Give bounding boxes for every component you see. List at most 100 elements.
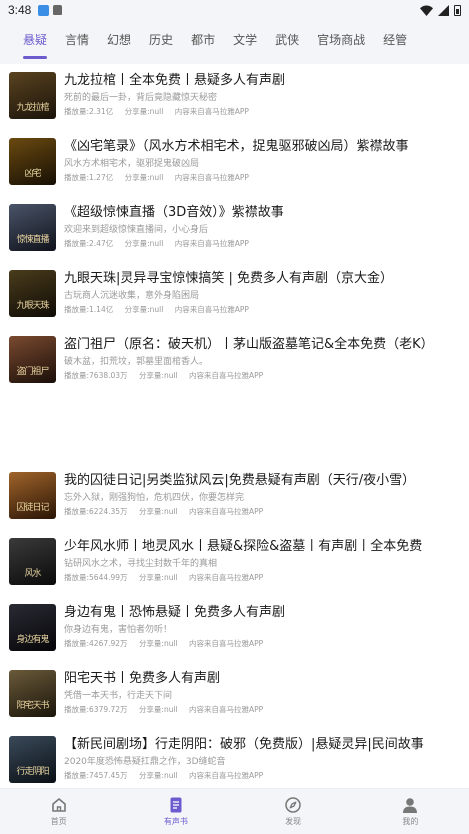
book-description: 你身边有鬼，害怕者勿听！ [64, 625, 173, 635]
book-title: 《凶宅笔录》（风水方术相宅术，捉鬼驱邪破凶局）紫襟故事 [64, 139, 409, 154]
play-count: 播放量:6379.72万 [64, 705, 128, 714]
tab-fantasy[interactable]: 幻想 [98, 20, 140, 64]
cover-title: 惊悚直播 [16, 235, 49, 245]
book-cover: 囚徒日记 [9, 472, 56, 519]
cover-title: 阳宅天书 [16, 701, 49, 711]
signal-icon [438, 4, 449, 16]
list-item[interactable]: 阳宅天书 阳宅天书丨免费多人有声剧 凭借一本天书，行走天下间 播放量:6379.… [0, 670, 469, 732]
book-meta: 播放量:7457.45万 分享量:null 内容来自喜马拉雅APP [64, 771, 454, 781]
list-item[interactable]: 凶宅 《凶宅笔录》（风水方术相宅术，捉鬼驱邪破凶局）紫襟故事 风水方术相宅术，驱… [0, 138, 469, 200]
notification-app-icon [38, 4, 50, 16]
book-cover: 风水 [9, 538, 56, 585]
person-icon [403, 798, 418, 813]
book-meta: 播放量:6224.35万 分享量:null 内容来自喜马拉雅APP [64, 507, 454, 517]
book-meta: 播放量:2.31亿 分享量:null 内容来自喜马拉雅APP [64, 107, 454, 117]
book-title: 盗门祖尸（原名：破天机）丨茅山版盗墓笔记&全本免费（老K） [64, 337, 434, 352]
list-item[interactable]: 九眼天珠 九眼天珠|灵异寻宝惊悚搞笑 | 免费多人有声剧（京大金） 古玩商人沉迷… [0, 270, 469, 332]
audiobook-list: 九龙拉棺 九龙拉棺丨全本免费丨悬疑多人有声剧 死前的最后一卦，背后竟隐藏惊天秘密… [0, 64, 469, 788]
book-description: 忘外入狱，刚强狗怕，危机四伏，你要怎样完 [64, 493, 245, 503]
notification-android-icon [53, 5, 63, 15]
cover-title: 九眼天珠 [16, 301, 49, 311]
book-cover: 身边有鬼 [9, 604, 56, 651]
content-source: 内容来自喜马拉雅APP [189, 771, 264, 780]
tab-urban[interactable]: 都市 [182, 20, 224, 64]
content-source: 内容来自喜马拉雅APP [174, 173, 249, 182]
play-count: 播放量:1.14亿 [64, 305, 114, 314]
tab-economics[interactable]: 经管 [374, 20, 416, 64]
book-meta: 播放量:1.14亿 分享量:null 内容来自喜马拉雅APP [64, 305, 454, 315]
book-title: 《超级惊悚直播（3D音效）》紫襟故事 [64, 205, 284, 220]
tab-officialdom-business[interactable]: 官场商战 [308, 20, 374, 64]
book-cover: 阳宅天书 [9, 670, 56, 717]
book-cover: 九龙拉棺 [9, 72, 56, 119]
book-title: 我的囚徒日记|另类监狱风云|免费悬疑有声剧（天行/夜小雪） [64, 473, 416, 488]
nav-profile[interactable]: 我的 [352, 789, 469, 834]
play-count: 播放量:2.47亿 [64, 239, 114, 248]
cover-title: 囚徒日记 [16, 503, 49, 513]
play-count: 播放量:7638.03万 [64, 371, 128, 380]
status-time: 3:48 [8, 3, 32, 17]
status-bar: 3:48 [0, 0, 469, 20]
tab-romance[interactable]: 言情 [56, 20, 98, 64]
nav-home[interactable]: 首页 [0, 789, 117, 834]
book-meta: 播放量:5644.99万 分享量:null 内容来自喜马拉雅APP [64, 573, 454, 583]
book-cover: 九眼天珠 [9, 270, 56, 317]
book-title: 九龙拉棺丨全本免费丨悬疑多人有声剧 [64, 73, 286, 88]
nav-audiobooks-label: 有声书 [163, 817, 188, 826]
share-count: 分享量:null [138, 507, 178, 516]
nav-home-label: 首页 [50, 817, 67, 826]
cover-title: 风水 [24, 569, 41, 579]
book-description: 欢迎来到超级惊悚直播间，小心身后 [64, 225, 209, 235]
share-count: 分享量:null [138, 771, 178, 780]
content-source: 内容来自喜马拉雅APP [189, 507, 264, 516]
tab-suspense[interactable]: 悬疑 [14, 20, 56, 64]
book-icon [170, 797, 182, 813]
list-item[interactable]: 囚徒日记 我的囚徒日记|另类监狱风云|免费悬疑有声剧（天行/夜小雪） 忘外入狱，… [0, 472, 469, 534]
category-tabs: 悬疑 言情 幻想 历史 都市 文学 武侠 官场商战 经管 [0, 20, 469, 64]
bottom-navigation: 首页 有声书 发现 我的 [0, 788, 469, 834]
tab-martial-arts[interactable]: 武侠 [266, 20, 308, 64]
cover-title: 九龙拉棺 [16, 103, 49, 113]
tab-history[interactable]: 历史 [140, 20, 182, 64]
play-count: 播放量:2.31亿 [64, 107, 114, 116]
nav-audiobooks[interactable]: 有声书 [117, 789, 234, 834]
book-title: 九眼天珠|灵异寻宝惊悚搞笑 | 免费多人有声剧（京大金） [64, 271, 394, 286]
tab-literature[interactable]: 文学 [224, 20, 266, 64]
book-description: 2020年度恐怖悬疑扛鼎之作，3D缝蛇音 [64, 757, 226, 767]
book-meta: 播放量:7638.03万 分享量:null 内容来自喜马拉雅APP [64, 371, 454, 381]
list-item[interactable]: 盗门祖尸 盗门祖尸（原名：破天机）丨茅山版盗墓笔记&全本免费（老K） 破木盆，扣… [0, 336, 469, 398]
content-source: 内容来自喜马拉雅APP [189, 639, 264, 648]
share-count: 分享量:null [138, 639, 178, 648]
cover-title: 行走阴阳 [16, 767, 49, 777]
share-count: 分享量:null [124, 305, 164, 314]
list-item[interactable]: 风水 少年风水师丨地灵风水丨悬疑&探险&盗墓丨有声剧丨全本免费 钻研风水之术，寻… [0, 538, 469, 600]
play-count: 播放量:6224.35万 [64, 507, 128, 516]
list-item[interactable]: 行走阴阳 【新民间剧场】行走阴阳：破邪（免费版）|悬疑灵异|民间故事 2020年… [0, 736, 469, 788]
content-source: 内容来自喜马拉雅APP [174, 107, 249, 116]
book-title: 【新民间剧场】行走阴阳：破邪（免费版）|悬疑灵异|民间故事 [64, 737, 424, 752]
book-description: 古玩商人沉迷收集，意外身陷困局 [64, 291, 200, 301]
nav-profile-label: 我的 [402, 817, 419, 826]
book-description: 破木盆，扣荒坟，郭墓里面棺香人。 [64, 357, 209, 367]
share-count: 分享量:null [124, 173, 164, 182]
book-cover: 盗门祖尸 [9, 336, 56, 383]
content-source: 内容来自喜马拉雅APP [174, 239, 249, 248]
share-count: 分享量:null [138, 573, 178, 582]
book-meta: 播放量:4267.92万 分享量:null 内容来自喜马拉雅APP [64, 639, 454, 649]
play-count: 播放量:5644.99万 [64, 573, 128, 582]
cover-title: 凶宅 [24, 169, 41, 179]
list-item[interactable]: 惊悚直播 《超级惊悚直播（3D音效）》紫襟故事 欢迎来到超级惊悚直播间，小心身后… [0, 204, 469, 266]
play-count: 播放量:4267.92万 [64, 639, 128, 648]
nav-discover-label: 发现 [285, 817, 302, 826]
compass-icon [285, 797, 301, 813]
play-count: 播放量:1.27亿 [64, 173, 114, 182]
list-item[interactable]: 身边有鬼 身边有鬼丨恐怖悬疑丨免费多人有声剧 你身边有鬼，害怕者勿听！ 播放量:… [0, 604, 469, 666]
wifi-icon [420, 5, 433, 16]
share-count: 分享量:null [124, 239, 164, 248]
nav-discover[interactable]: 发现 [235, 789, 352, 834]
list-item[interactable]: 九龙拉棺 九龙拉棺丨全本免费丨悬疑多人有声剧 死前的最后一卦，背后竟隐藏惊天秘密… [0, 72, 469, 134]
cover-title: 身边有鬼 [16, 635, 49, 645]
book-meta: 播放量:2.47亿 分享量:null 内容来自喜马拉雅APP [64, 239, 454, 249]
book-description: 风水方术相宅术，驱邪捉鬼破凶局 [64, 159, 200, 169]
play-count: 播放量:7457.45万 [64, 771, 128, 780]
